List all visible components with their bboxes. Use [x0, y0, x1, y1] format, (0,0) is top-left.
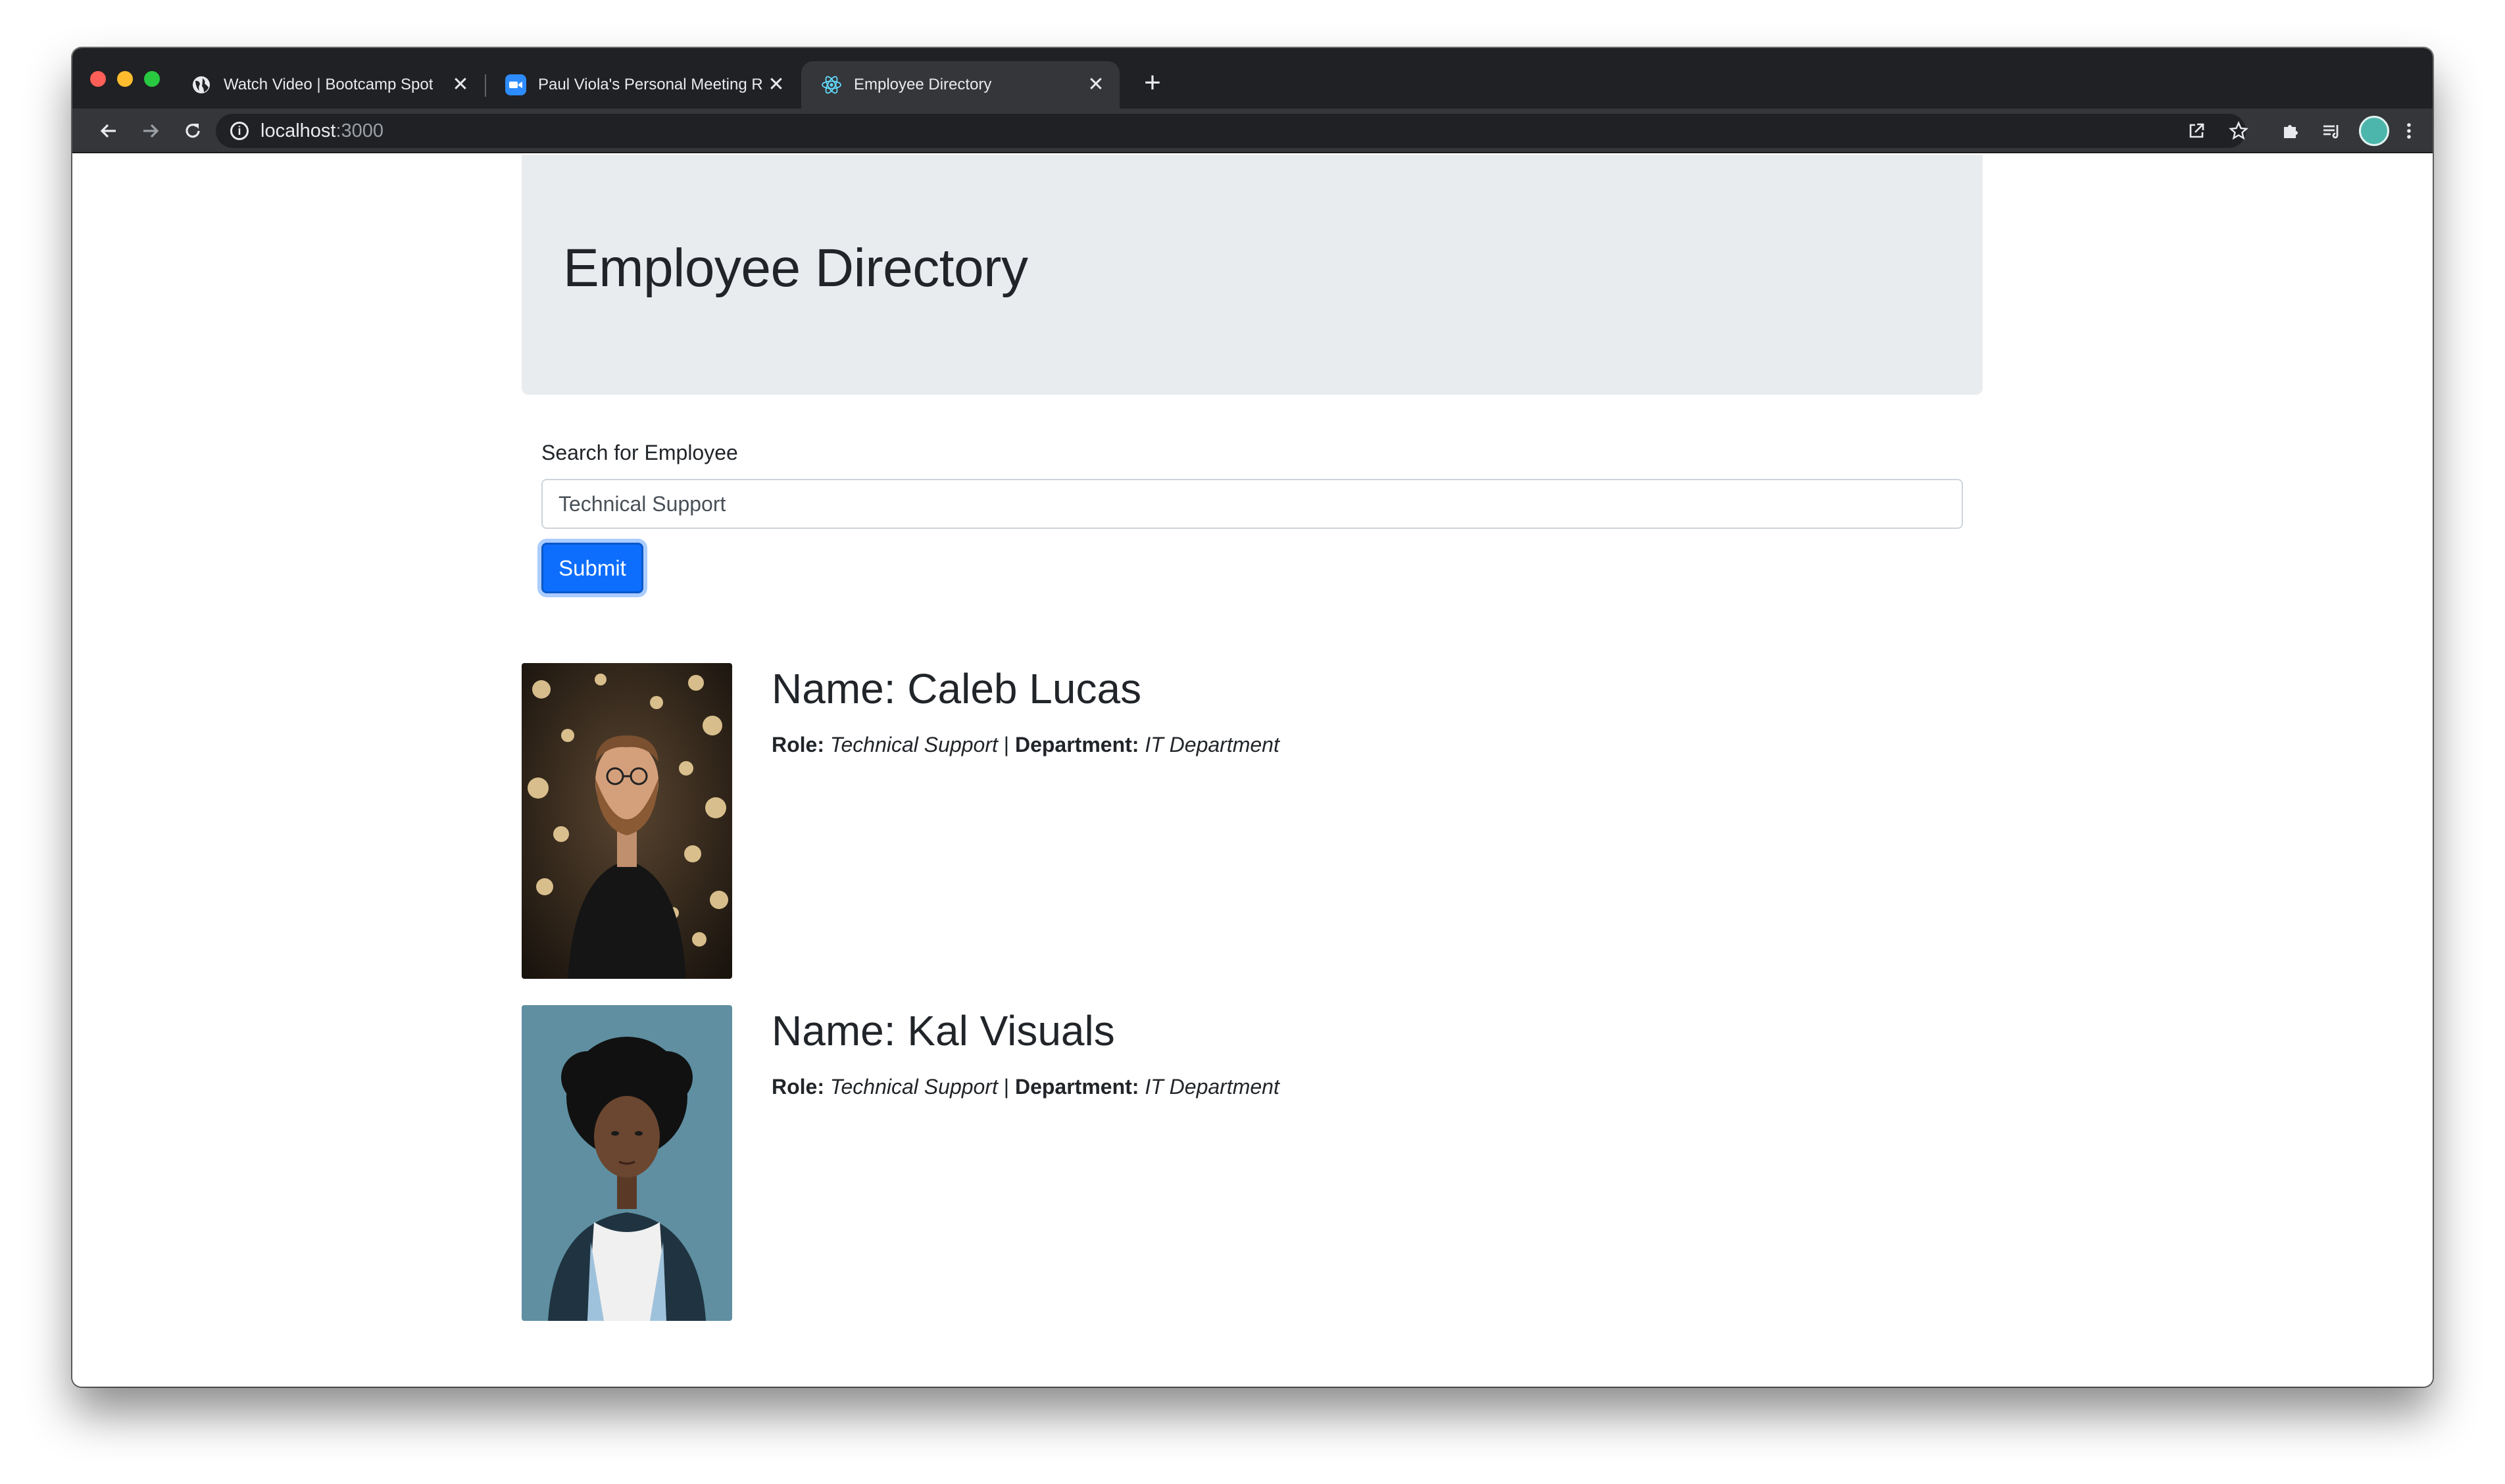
reading-list-icon[interactable] — [2318, 116, 2346, 145]
department-value: IT Department — [1145, 733, 1279, 756]
role-label: Role: — [772, 1075, 824, 1099]
close-window-button[interactable] — [90, 71, 106, 87]
close-tab-icon[interactable]: ✕ — [1084, 73, 1108, 97]
globe-icon — [191, 74, 212, 95]
back-button[interactable] — [94, 116, 123, 145]
close-tab-icon[interactable]: ✕ — [764, 73, 788, 97]
tab-personal-meeting[interactable]: Paul Viola's Personal Meeting R ✕ — [485, 61, 800, 109]
department-label: Department: — [1014, 733, 1139, 756]
meta-separator: | — [1003, 733, 1010, 756]
zoom-window-button[interactable] — [144, 71, 160, 87]
jumbotron-header: Employee Directory — [522, 155, 1983, 395]
browser-window: Watch Video | Bootcamp Spot ✕ Paul Viola… — [72, 48, 2433, 1387]
page-content: Employee Directory Search for Employee S… — [72, 155, 2433, 1387]
minimize-window-button[interactable] — [117, 71, 133, 87]
search-input[interactable] — [541, 479, 1963, 529]
close-tab-icon[interactable]: ✕ — [449, 73, 472, 97]
site-info-icon[interactable]: i — [230, 122, 249, 140]
employee-meta: Role: Technical Support | Department: IT… — [772, 733, 1279, 757]
open-in-app-icon[interactable] — [2182, 116, 2211, 145]
role-value: Technical Support — [830, 1075, 998, 1099]
zoom-video-icon — [505, 74, 526, 95]
meta-separator: | — [1003, 1075, 1010, 1099]
address-bar[interactable]: i localhost :3000 — [216, 114, 2246, 148]
tab-employee-directory[interactable]: Employee Directory ✕ — [801, 61, 1120, 109]
department-value: IT Department — [1145, 1075, 1279, 1099]
more-menu-icon[interactable] — [2394, 116, 2423, 145]
react-atom-icon — [821, 74, 842, 95]
employee-card: Name: Kal Visuals Role: Technical Suppor… — [522, 1005, 1969, 1321]
browser-toolbar: i localhost :3000 — [72, 109, 2433, 153]
page-title: Employee Directory — [563, 238, 1028, 298]
employee-name: Name: Caleb Lucas — [772, 665, 1142, 712]
forward-button[interactable] — [136, 116, 165, 145]
department-label: Department: — [1014, 1075, 1139, 1099]
profile-avatar[interactable] — [2359, 116, 2389, 146]
employee-meta: Role: Technical Support | Department: IT… — [772, 1075, 1279, 1099]
bookmark-star-icon[interactable] — [2224, 116, 2253, 145]
tab-title: Paul Viola's Personal Meeting R — [538, 76, 763, 93]
employee-name: Name: Kal Visuals — [772, 1007, 1115, 1054]
submit-button[interactable]: Submit — [541, 543, 643, 593]
new-tab-button[interactable]: + — [1138, 68, 1167, 99]
browser-titlebar: Watch Video | Bootcamp Spot ✕ Paul Viola… — [72, 48, 2433, 109]
url-host: localhost — [260, 120, 336, 141]
tab-title: Employee Directory — [854, 76, 992, 93]
search-label: Search for Employee — [541, 441, 738, 464]
url-port: :3000 — [335, 120, 384, 141]
tab-title: Watch Video | Bootcamp Spot — [224, 76, 434, 93]
role-label: Role: — [772, 733, 824, 756]
employee-photo — [522, 663, 732, 979]
employee-photo — [522, 1005, 732, 1321]
role-value: Technical Support — [830, 733, 998, 756]
extensions-puzzle-icon[interactable] — [2276, 116, 2305, 145]
reload-button[interactable] — [178, 116, 207, 145]
tab-watch-video[interactable]: Watch Video | Bootcamp Spot ✕ — [171, 61, 484, 109]
employee-card: Name: Caleb Lucas Role: Technical Suppor… — [522, 663, 1969, 979]
